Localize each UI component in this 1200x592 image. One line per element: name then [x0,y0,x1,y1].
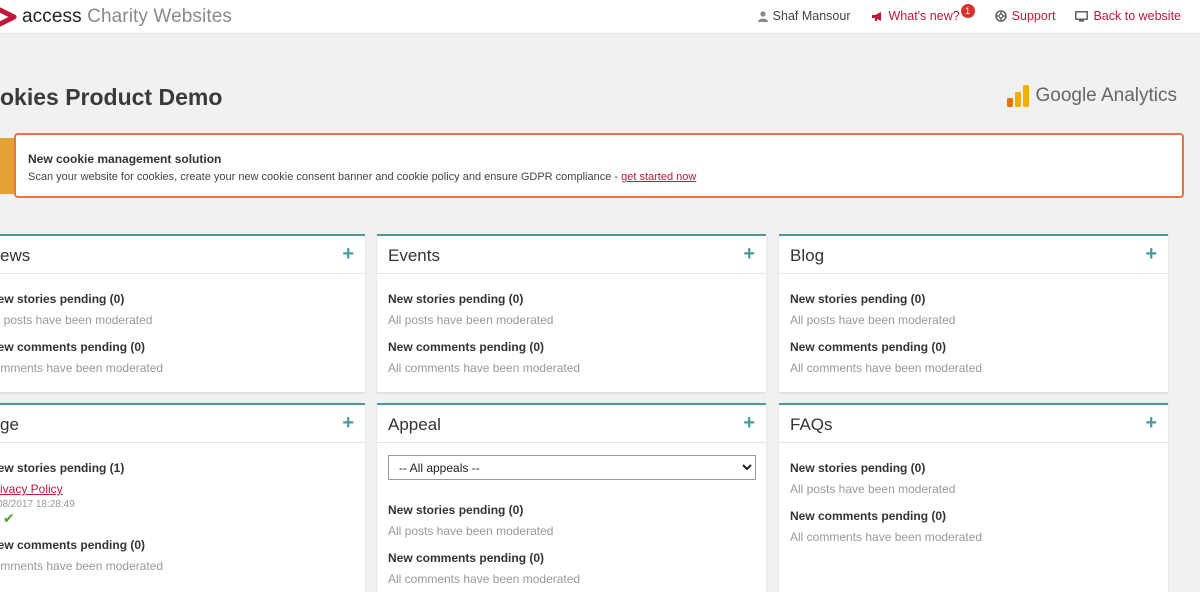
panel-appeal: Appeal + -- All appeals -- New stories p… [377,403,766,592]
news-stories-status: All posts have been moderated [0,313,153,327]
panel-events-title: Events [388,246,440,265]
panel-appeal-title: Appeal [388,415,441,434]
access-logo-icon [0,4,20,30]
blog-stories-pending: New stories pending (0) [790,292,926,306]
whats-new-link[interactable]: What's new? 1 [871,4,975,23]
banner-title: New cookie management solution [28,152,222,166]
support-link[interactable]: Support [994,9,1056,23]
panel-page-title: ge [0,415,19,434]
faqs-stories-status: All posts have been moderated [790,482,956,496]
top-bar: access Charity Websites Shaf Mansour Wha… [0,0,1200,34]
appeal-comments-pending: New comments pending (0) [388,551,545,565]
back-to-website-label: Back to website [1093,9,1181,23]
google-analytics-icon [1007,85,1030,107]
panel-blog-title: Blog [790,246,825,265]
panel-events-header: Events + [377,236,766,274]
cookie-banner: New cookie management solution Scan your… [14,133,1184,198]
add-news-icon[interactable]: + [342,244,354,264]
news-stories-pending: New stories pending (0) [0,292,125,306]
page-comments-status: All comments have been moderated [0,559,164,573]
events-comments-status: All comments have been moderated [388,361,581,375]
panel-page: ge + New stories pending (1) Privacy Pol… [0,403,365,592]
panel-blog: Blog + New stories pending (0) All posts… [779,234,1168,392]
page-comments-pending: New comments pending (0) [0,538,146,552]
privacy-policy-link[interactable]: Privacy Policy [0,482,63,496]
brand-primary: access [22,6,82,27]
blog-comments-pending: New comments pending (0) [790,340,947,354]
panel-news-title: ews [0,246,31,265]
google-analytics-label: Google Analytics [1035,85,1177,106]
add-faq-icon[interactable]: + [1145,413,1157,433]
brand-secondary: Charity Websites [87,6,232,27]
brand-logo[interactable]: access Charity Websites [0,4,232,30]
panel-news-header: ews + [0,236,365,274]
user-icon [757,10,768,22]
whats-new-badge: 1 [960,4,975,18]
user-name: Shaf Mansour [772,9,851,23]
megaphone-icon [871,11,881,21]
panel-appeal-header: Appeal + [377,405,766,443]
add-page-icon[interactable]: + [342,413,354,433]
banner-text: Scan your website for cookies, create yo… [28,171,696,183]
events-stories-pending: New stories pending (0) [388,292,524,306]
whats-new-label: What's new? [888,9,960,23]
page-stories-pending: New stories pending (1) [0,461,125,475]
top-nav: Shaf Mansour What's new? 1 Support Back … [738,4,1181,23]
events-comments-pending: New comments pending (0) [388,340,545,354]
news-comments-pending: New comments pending (0) [0,340,146,354]
faqs-comments-status: All comments have been moderated [790,530,983,544]
panel-faqs-header: FAQs + [779,405,1168,443]
appeal-stories-status: All posts have been moderated [388,524,554,538]
brand-name: access Charity Websites [22,6,232,28]
approved-check-icon[interactable]: ✔ [3,510,15,527]
user-menu[interactable]: Shaf Mansour [757,9,851,23]
support-label: Support [1011,9,1056,23]
panel-blog-header: Blog + [779,236,1168,274]
panel-page-header: ge + [0,405,365,443]
appeal-stories-pending: New stories pending (0) [388,503,524,517]
panel-faqs-title: FAQs [790,415,833,434]
panel-events: Events + New stories pending (0) All pos… [377,234,766,392]
privacy-policy-date: 05/08/2017 18:28:49 [0,499,75,510]
faqs-comments-pending: New comments pending (0) [790,509,947,523]
blog-stories-status: All posts have been moderated [790,313,956,327]
panel-news: ews + New stories pending (0) All posts … [0,234,365,392]
blog-comments-status: All comments have been moderated [790,361,983,375]
monitor-icon [1075,10,1089,22]
add-blog-icon[interactable]: + [1145,244,1157,264]
panel-faqs: FAQs + New stories pending (0) All posts… [779,403,1168,592]
page-title: okies Product Demo [0,84,223,110]
add-appeal-icon[interactable]: + [743,413,755,433]
google-analytics-link[interactable]: Google Analytics [1007,85,1177,107]
appeal-comments-status: All comments have been moderated [388,572,581,586]
add-event-icon[interactable]: + [743,244,755,264]
news-comments-status: All comments have been moderated [0,361,164,375]
events-stories-status: All posts have been moderated [388,313,554,327]
appeal-filter-select[interactable]: -- All appeals -- [388,455,756,480]
get-started-link[interactable]: get started now [621,171,696,183]
lifebuoy-icon [994,10,1007,22]
back-to-website-link[interactable]: Back to website [1075,9,1181,23]
faqs-stories-pending: New stories pending (0) [790,461,926,475]
banner-message: Scan your website for cookies, create yo… [28,171,622,183]
